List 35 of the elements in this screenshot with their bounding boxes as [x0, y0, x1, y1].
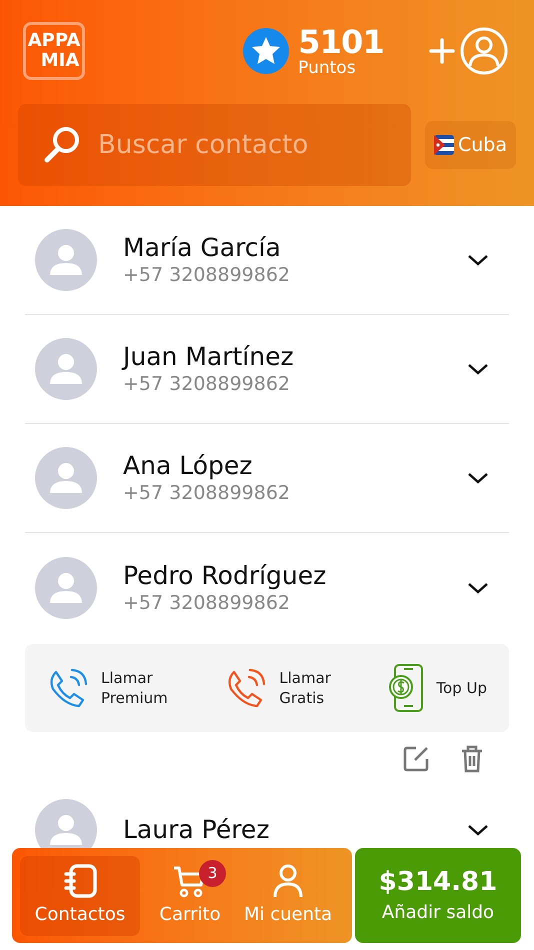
avatar-icon	[35, 338, 97, 400]
chevron-down-icon[interactable]	[467, 471, 489, 485]
chevron-down-icon[interactable]	[467, 580, 489, 594]
contact-phone: +57 3208899862	[123, 263, 292, 287]
app-logo: APPA MIA	[23, 22, 85, 80]
chevron-down-icon[interactable]	[467, 253, 489, 267]
edit-icon[interactable]	[402, 745, 430, 773]
cart-count-badge: 3	[199, 860, 226, 886]
chevron-down-icon[interactable]	[467, 822, 489, 836]
contacts-book-icon	[62, 863, 98, 899]
chevron-down-icon[interactable]	[467, 362, 489, 376]
contact-phone: +57 3208899862	[123, 590, 292, 614]
contact-name: Juan Martínez	[123, 342, 295, 372]
action-button[interactable]: Llamar Gratis	[225, 667, 331, 709]
add-balance-button[interactable]: $314.81 Añadir saldo	[355, 848, 521, 943]
contact-name: Laura Pérez	[123, 814, 270, 844]
nav-tab[interactable]: Carrito 3	[142, 856, 238, 936]
avatar-icon	[35, 447, 97, 509]
action-button[interactable]: Llamar Premium	[47, 667, 168, 709]
contact-name: Pedro Rodríguez	[123, 560, 328, 590]
action-button[interactable]: Top Up	[388, 663, 487, 713]
points-label: Puntos	[298, 60, 357, 76]
avatar-icon	[35, 556, 97, 618]
contact-phone: +57 3208899862	[123, 481, 292, 505]
contact-name: Ana López	[123, 451, 254, 481]
points-value: 5101	[298, 26, 384, 58]
delete-icon[interactable]	[460, 745, 484, 773]
contact-phone: +57 3208899862	[123, 372, 292, 396]
user-icon	[272, 863, 304, 899]
cuba-flag-icon	[434, 135, 454, 155]
phone-money-icon	[388, 663, 424, 713]
avatar-icon	[35, 229, 97, 291]
contact-name: María García	[123, 233, 282, 263]
nav-tab[interactable]: Contactos	[20, 856, 140, 936]
search-icon	[42, 125, 82, 165]
